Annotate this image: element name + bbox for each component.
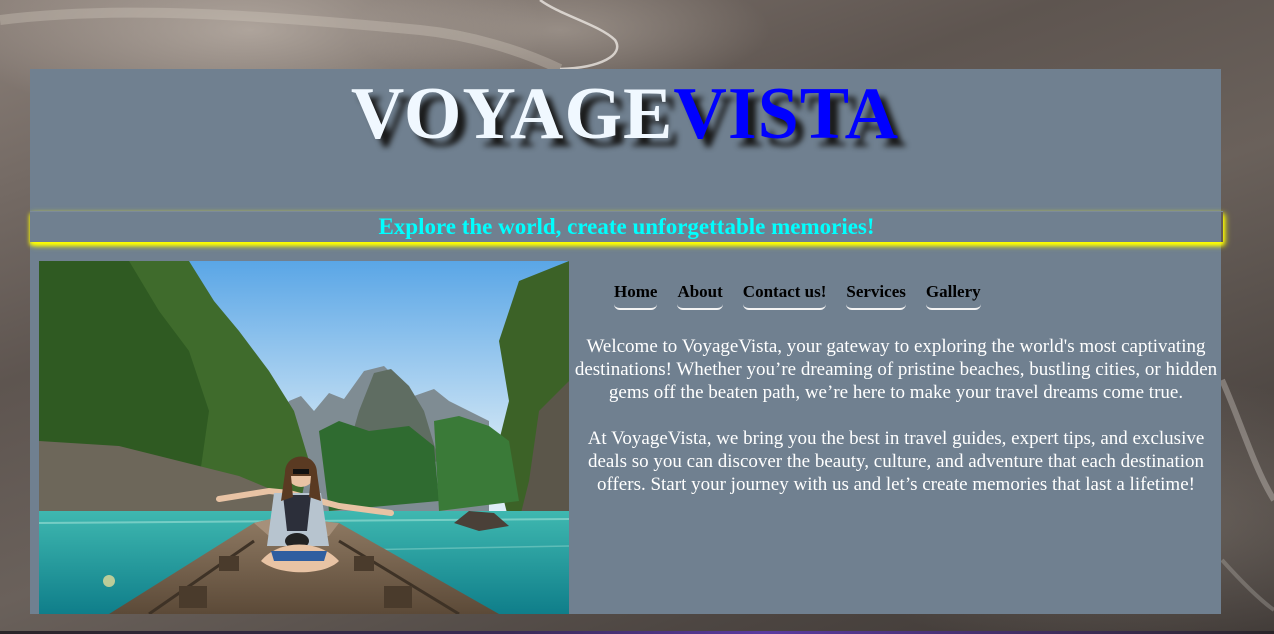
nav-services-link[interactable]: Services: [846, 280, 906, 310]
main-nav: Home About Contact us! Services Gallery: [604, 280, 991, 310]
tagline: Explore the world, create unforgettable …: [378, 214, 875, 239]
intro-paragraph-1: Welcome to VoyageVista, your gateway to …: [574, 336, 1218, 403]
nav-contact-link[interactable]: Contact us!: [742, 280, 827, 310]
logo-voyage: VOYAGE: [350, 73, 674, 155]
logo-vista: VISTA: [673, 73, 900, 155]
nav-about-link[interactable]: About: [677, 280, 723, 310]
intro-paragraph-2: At VoyageVista, we bring you the best in…: [587, 428, 1205, 495]
nav-home-link[interactable]: Home: [614, 280, 658, 310]
traveler-on-boat-image: [39, 261, 569, 614]
site-logo[interactable]: VOYAGEVISTA: [0, 72, 1250, 156]
hero-photo: [39, 261, 569, 614]
nav-gallery-link[interactable]: Gallery: [925, 280, 981, 310]
intro-content: Welcome to VoyageVista, your gateway to …: [569, 335, 1223, 496]
